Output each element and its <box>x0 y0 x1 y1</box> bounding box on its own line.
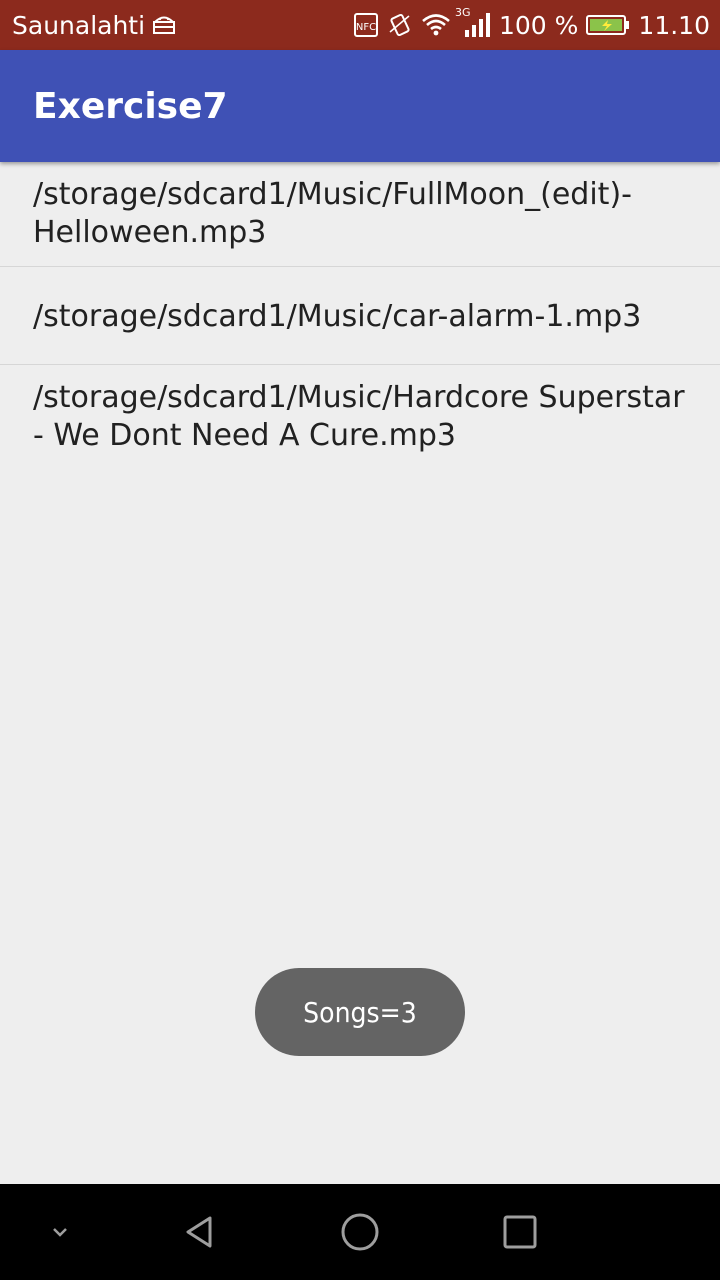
recents-icon[interactable] <box>480 1184 560 1280</box>
collapse-chevron-icon[interactable] <box>30 1184 90 1280</box>
song-list-item[interactable]: /storage/sdcard1/Music/car-alarm-1.mp3 <box>0 267 720 365</box>
clock: 11.10 <box>638 10 710 40</box>
song-path: /storage/sdcard1/Music/Hardcore Supersta… <box>33 380 685 453</box>
song-list-item[interactable]: /storage/sdcard1/Music/Hardcore Supersta… <box>0 365 720 469</box>
cell-signal-icon: 3G <box>455 6 491 38</box>
song-path: /storage/sdcard1/Music/car-alarm-1.mp3 <box>33 299 642 334</box>
battery-charging-icon <box>586 14 630 36</box>
home-icon[interactable] <box>320 1184 400 1280</box>
song-list-item[interactable]: /storage/sdcard1/Music/FullMoon_(edit)-H… <box>0 162 720 267</box>
app-title: Exercise7 <box>33 85 228 127</box>
back-icon[interactable] <box>160 1184 240 1280</box>
navigation-bar <box>0 1184 720 1280</box>
toast-text: Songs=3 <box>303 995 417 1029</box>
app-bar: Exercise7 <box>0 50 720 162</box>
toast-message: Songs=3 <box>255 968 465 1056</box>
song-path: /storage/sdcard1/Music/FullMoon_(edit)-H… <box>33 177 632 250</box>
android-debug-icon <box>151 13 177 37</box>
svg-text:NFC: NFC <box>356 22 376 33</box>
song-list: /storage/sdcard1/Music/FullMoon_(edit)-H… <box>0 162 720 469</box>
status-bar: Saunalahti NFC 3G 100 % 11.10 <box>0 0 720 50</box>
carrier-name: Saunalahti <box>12 10 146 40</box>
vibrate-icon <box>387 12 413 38</box>
network-type-label: 3G <box>455 6 471 19</box>
wifi-icon <box>421 13 451 37</box>
battery-percent: 100 % <box>499 10 579 40</box>
nfc-icon: NFC <box>353 12 379 38</box>
